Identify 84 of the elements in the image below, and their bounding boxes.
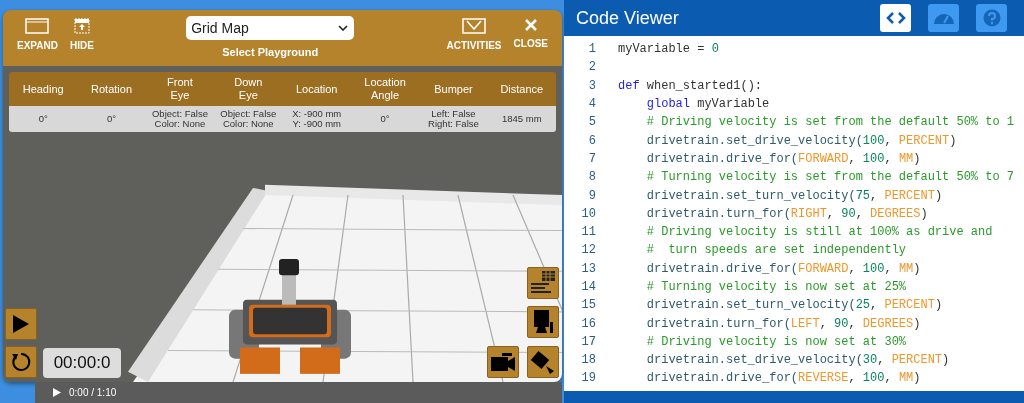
column-header: Rotation <box>77 72 146 106</box>
column-header: Location Angle <box>350 72 420 106</box>
code-line: drivetrain.turn_for(RIGHT, 90, DEGREES) <box>645 206 928 221</box>
table-cell: 0° <box>9 106 78 132</box>
table-cell: Object: False Color: None <box>145 106 215 132</box>
close-icon <box>523 18 538 32</box>
line-number: 18 <box>580 353 597 368</box>
code-viewer-title: Code Viewer <box>576 7 680 29</box>
hide-button[interactable]: HIDE <box>63 16 100 53</box>
robot-sensor-icon <box>531 309 555 335</box>
code-line: drivetrain.drive_for(REVERSE, 100, MM) <box>645 371 921 386</box>
camera-button[interactable] <box>487 346 519 378</box>
expand-icon <box>25 18 50 34</box>
code-line: myVariable = 0 <box>618 42 719 57</box>
checkmark-box-icon <box>462 18 487 34</box>
table-cell: 0° <box>77 106 146 132</box>
code-line: # turn speeds are set independently <box>645 243 907 258</box>
line-number: 1 <box>587 42 597 57</box>
line-number: 7 <box>587 151 597 166</box>
line-number: 13 <box>580 261 597 276</box>
timer-display: 00:00:0 <box>43 348 121 378</box>
playground-select[interactable]: Grid Map <box>186 16 355 40</box>
line-number: 10 <box>580 206 597 221</box>
expand-button[interactable]: EXPAND <box>11 16 64 53</box>
video-camera-icon <box>490 352 516 372</box>
video-time: 0:00 / 1:10 <box>69 387 117 398</box>
column-header: Down Eye <box>214 72 283 106</box>
line-number: 14 <box>580 280 597 294</box>
line-number: 4 <box>587 97 597 112</box>
code-tab[interactable] <box>880 4 911 32</box>
line-number: 11 <box>580 225 597 240</box>
line-number: 19 <box>580 371 597 386</box>
close-button[interactable]: CLOSE <box>507 16 554 51</box>
column-header: Distance <box>487 72 556 106</box>
robot-view-button[interactable] <box>527 306 559 338</box>
code-line: drivetrain.set_drive_velocity(100, PERCENT) <box>645 133 957 148</box>
line-number: 3 <box>587 78 597 93</box>
table-chart-icon <box>530 270 556 296</box>
activities-button[interactable]: ACTIVITIES <box>440 16 508 53</box>
code-line: drivetrain.drive_for(FORWARD, 100, MM) <box>645 151 921 166</box>
table-cell: Left: False Right: False <box>419 106 488 132</box>
table-cell: X: -900 mm Y: -900 mm <box>282 106 351 132</box>
line-number: 17 <box>580 334 597 349</box>
table-cell: 0° <box>350 106 420 132</box>
gauge-icon <box>932 11 955 25</box>
code-line: # Turning velocity is set from the default 50% to 7 <box>645 170 1015 185</box>
line-number: 9 <box>587 188 597 203</box>
column-header: Bumper <box>419 72 488 106</box>
code-line: # Driving velocity is still at 100% as drive and <box>645 225 993 240</box>
play-icon <box>53 388 61 397</box>
code-line: # Driving velocity is now set at 30% <box>645 334 907 349</box>
line-number: 2 <box>587 60 597 75</box>
select-playground-label: Select Playground <box>222 46 319 58</box>
reset-button[interactable] <box>5 346 37 378</box>
line-number: 5 <box>587 115 597 130</box>
tilted-camera-icon <box>530 349 556 375</box>
line-number: 8 <box>587 170 597 185</box>
code-line: def when_started1(): <box>618 78 763 93</box>
code-line: drivetrain.set_turn_velocity(25, PERCENT) <box>645 298 943 313</box>
column-header: Front Eye <box>145 72 215 106</box>
code-line: drivetrain.set_turn_velocity(75, PERCENT) <box>645 188 943 203</box>
camera-angle-button[interactable] <box>527 346 559 378</box>
code-line: # Turning velocity is now set at 25% <box>645 280 907 294</box>
code-icon <box>885 11 906 25</box>
code-line: drivetrain.drive_for(FORWARD, 100, MM) <box>645 261 921 276</box>
column-header: Location <box>282 72 351 106</box>
help-icon <box>982 9 1001 27</box>
table-cell: 1845 mm <box>487 106 556 132</box>
code-line: global myVariable <box>645 97 770 112</box>
hide-icon <box>73 18 90 34</box>
reset-icon <box>10 351 32 373</box>
play-button[interactable] <box>5 308 37 340</box>
play-icon <box>12 314 30 334</box>
code-line: drivetrain.turn_for(LEFT, 90, DEGREES) <box>645 316 921 331</box>
line-number: 12 <box>580 243 597 258</box>
line-number: 16 <box>580 316 597 331</box>
data-table-button[interactable] <box>527 267 559 299</box>
table-cell: Object: False Color: None <box>214 106 283 132</box>
code-line: # Driving velocity is set from the default 50% to 1 <box>645 115 1015 130</box>
chevron-down-icon <box>338 25 349 31</box>
line-number: 15 <box>580 298 597 313</box>
line-number: 6 <box>587 133 597 148</box>
code-line: drivetrain.set_drive_velocity(30, PERCENT) <box>645 353 950 368</box>
column-header: Heading <box>9 72 78 106</box>
